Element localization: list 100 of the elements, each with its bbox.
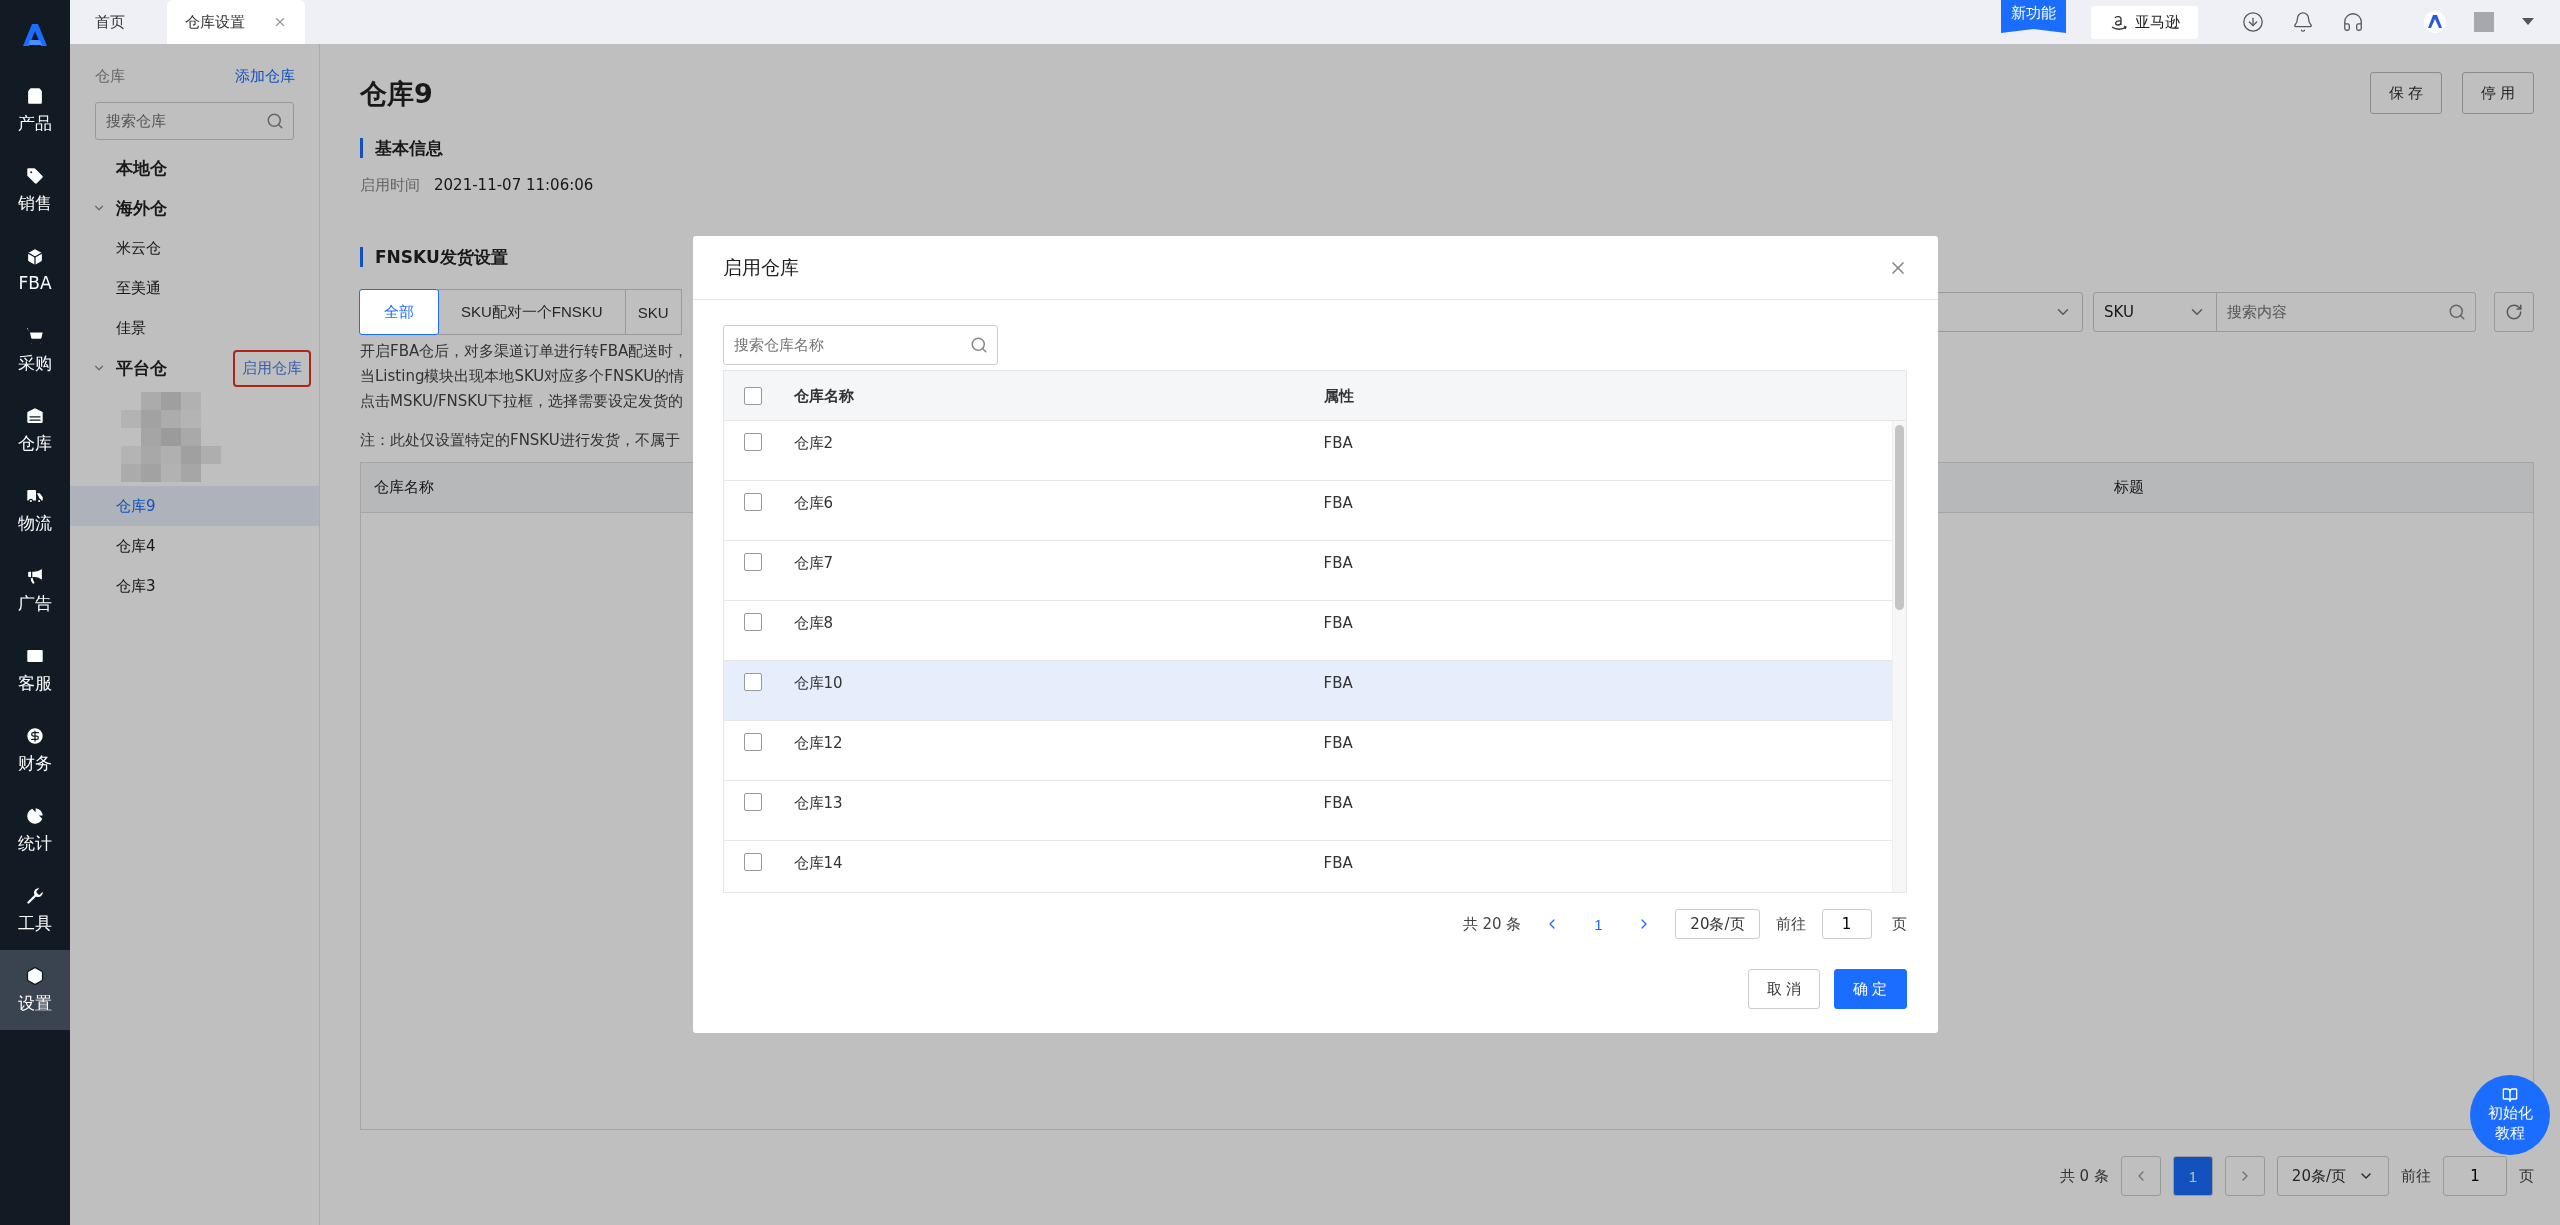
- table-cell-text: FBA: [1323, 673, 1354, 693]
- cancel-button[interactable]: 取 消: [1748, 969, 1821, 1009]
- row-checkbox[interactable]: [743, 553, 762, 571]
- nav-item[interactable]: 广告: [0, 550, 70, 630]
- page-tab[interactable]: 仓库设置: [167, 0, 305, 44]
- group-label: 海外仓: [116, 196, 168, 220]
- total-count: 共 20 条: [1462, 914, 1522, 934]
- confirm-button[interactable]: 确 定: [1834, 969, 1907, 1009]
- download-icon[interactable]: [2242, 11, 2264, 33]
- content-search-field[interactable]: 搜索内容: [2216, 292, 2476, 332]
- filter-tab[interactable]: SKU: [624, 289, 682, 335]
- row-checkbox[interactable]: [743, 853, 762, 871]
- table-cell-text: 仓库12: [793, 733, 844, 753]
- warehouse-item[interactable]: 至美通: [70, 268, 319, 308]
- hexagon-icon: [25, 965, 45, 986]
- caret-icon[interactable]: [2522, 18, 2534, 26]
- goto-label: 前往: [1775, 914, 1806, 934]
- table-cell-text: 仓库14: [793, 853, 844, 873]
- logo-icon[interactable]: [2424, 11, 2446, 33]
- page-number-button[interactable]: 1: [2172, 1156, 2213, 1196]
- table-cell-text: 仓库2: [793, 433, 835, 453]
- next-page-button[interactable]: [2224, 1156, 2265, 1196]
- page-number-button[interactable]: 1: [1583, 909, 1614, 939]
- new-feature-badge[interactable]: 新功能: [2001, 0, 2066, 33]
- row-checkbox[interactable]: [743, 433, 762, 451]
- search-icon: [969, 336, 988, 354]
- refresh-icon: [2505, 303, 2523, 321]
- box-icon: [25, 247, 45, 267]
- table-cell-text: 仓库13: [793, 793, 844, 813]
- filter-tab[interactable]: SKU配对一个FNSKU: [438, 289, 626, 335]
- select-all-checkbox[interactable]: [743, 386, 762, 405]
- coin-icon: [25, 725, 45, 746]
- search-icon: [266, 112, 284, 130]
- goto-page-field[interactable]: 1: [1821, 909, 1872, 939]
- previous-page-button[interactable]: [2120, 1156, 2161, 1196]
- warehouse-item[interactable]: 仓库4: [70, 526, 319, 566]
- page-unit: 页: [1891, 914, 1907, 934]
- save-button[interactable]: 保 存: [2369, 72, 2442, 114]
- megaphone-icon: [25, 565, 45, 586]
- warehouse-item[interactable]: 米云仓: [70, 228, 319, 268]
- nav-item[interactable]: 采购: [0, 310, 70, 390]
- page-size-select[interactable]: 20条/页: [1675, 909, 1760, 939]
- headset-icon[interactable]: [2342, 11, 2364, 33]
- table-cell-text: 仓库8: [793, 613, 835, 633]
- wrench-icon: [25, 885, 45, 906]
- warehouse-item[interactable]: 仓库3: [70, 566, 319, 606]
- table-cell-text: FBA: [1323, 793, 1354, 813]
- group-label: 本地仓: [116, 156, 168, 180]
- marketplace-button[interactable]: 亚马逊: [2091, 5, 2198, 39]
- page-unit: 页: [2519, 1166, 2534, 1186]
- search-icon: [2448, 303, 2466, 321]
- row-checkbox[interactable]: [743, 793, 762, 811]
- nav-item[interactable]: 工具: [0, 870, 70, 950]
- note-text: 点击MSKU/FNSKU下拉框，选择需要设定发货的: [360, 391, 683, 412]
- column-header: 仓库名称: [793, 385, 855, 406]
- nav-item[interactable]: 设置: [0, 950, 70, 1030]
- column-header: 属性: [1323, 385, 1355, 406]
- table-cell-text: FBA: [1323, 433, 1354, 453]
- page-tab[interactable]: 首页: [85, 0, 143, 44]
- row-checkbox[interactable]: [743, 493, 762, 511]
- disable-button[interactable]: 停 用: [2461, 72, 2534, 114]
- close-icon[interactable]: [273, 15, 287, 29]
- warehouse-name-search-field[interactable]: 搜索仓库名称: [722, 325, 998, 365]
- warehouse-item[interactable]: 佳景: [70, 308, 319, 348]
- field-select[interactable]: SKU: [2093, 292, 2217, 332]
- table-cell-text: 仓库7: [793, 553, 835, 573]
- field-label: 启用时间: [360, 176, 420, 195]
- goto-label: 前往: [2401, 1166, 2431, 1186]
- warehouse-icon: [25, 405, 45, 426]
- row-checkbox[interactable]: [743, 613, 762, 631]
- tag-icon: [25, 165, 45, 186]
- nav-item[interactable]: FBA: [0, 230, 70, 310]
- row-checkbox[interactable]: [743, 733, 762, 751]
- book-icon: [2502, 1087, 2518, 1103]
- column-header: 仓库名称: [374, 478, 435, 497]
- nav-item[interactable]: 产品: [0, 70, 70, 150]
- warehouse-search-field[interactable]: 搜索仓库: [95, 102, 294, 140]
- table-cell-text: 仓库6: [793, 493, 835, 513]
- refresh-button[interactable]: [2494, 292, 2534, 332]
- table-cell-text: FBA: [1323, 853, 1354, 873]
- total-count: 共 0 条: [2059, 1166, 2109, 1186]
- table-cell-text: FBA: [1323, 493, 1354, 513]
- goto-page-field[interactable]: 1: [2443, 1156, 2507, 1196]
- page-size-select[interactable]: 20条/页: [2276, 1156, 2389, 1196]
- nav-item[interactable]: 物流: [0, 470, 70, 550]
- row-checkbox[interactable]: [743, 673, 762, 691]
- nav-item[interactable]: 统计: [0, 790, 70, 870]
- sidebar-title: 仓库: [95, 66, 125, 86]
- nav-item[interactable]: 销售: [0, 150, 70, 230]
- bell-icon[interactable]: [2292, 11, 2314, 33]
- nav-item[interactable]: 财务: [0, 710, 70, 790]
- add-warehouse-link[interactable]: 添加仓库: [235, 66, 295, 86]
- logo-icon: [21, 21, 49, 49]
- note-text: 当Listing模块出现本地SKU对应多个FNSKU的情: [360, 366, 685, 387]
- section-heading: 基本信息: [360, 138, 2534, 158]
- nav-item[interactable]: 仓库: [0, 390, 70, 470]
- table-row[interactable]: 仓库10 FBA: [723, 661, 1892, 721]
- column-header: 标题: [2114, 478, 2145, 497]
- nav-item[interactable]: 客服: [0, 630, 70, 710]
- filter-tab[interactable]: 全部: [359, 289, 439, 335]
